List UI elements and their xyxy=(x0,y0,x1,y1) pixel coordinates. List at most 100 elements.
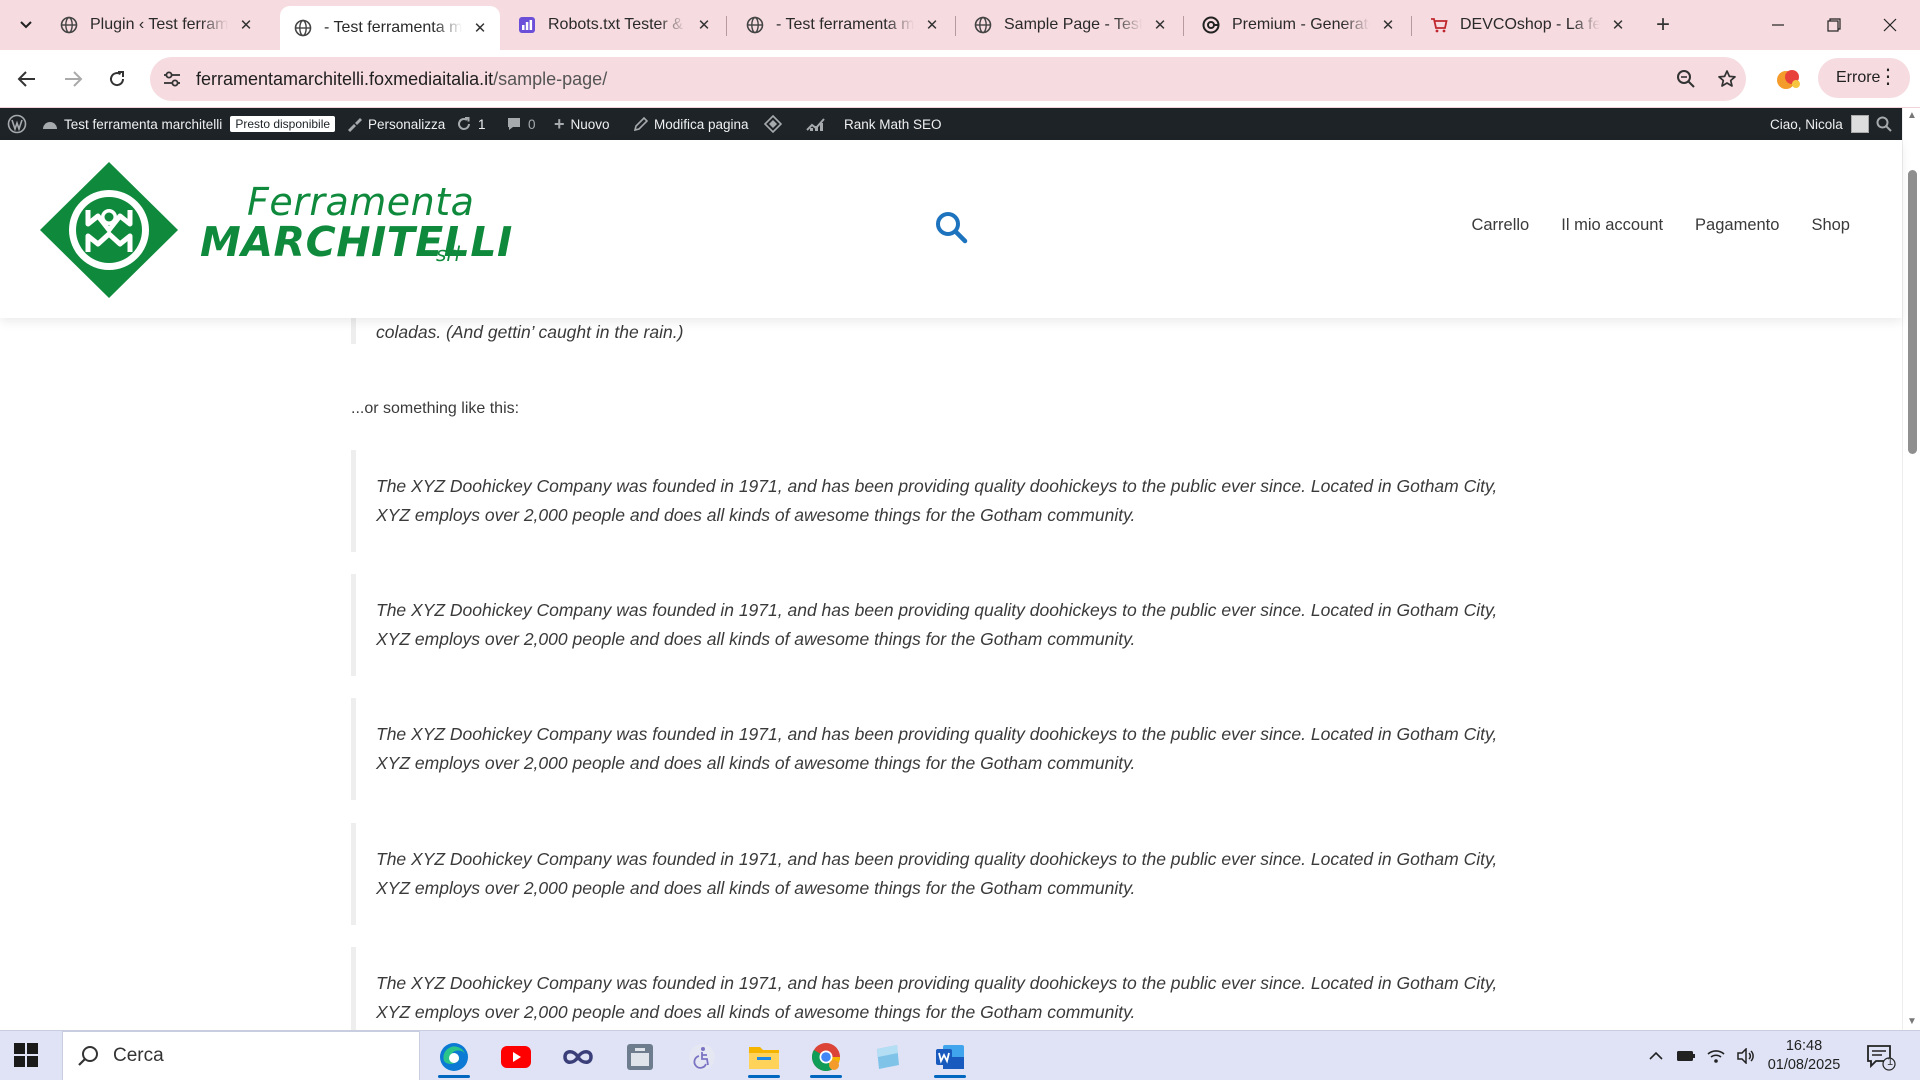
cart-icon xyxy=(1430,16,1448,34)
close-icon[interactable]: ✕ xyxy=(470,18,490,38)
customize-label: Personalizza xyxy=(368,116,446,132)
accessibility-app-icon[interactable] xyxy=(676,1036,728,1078)
customize-link[interactable]: Personalizza xyxy=(346,108,445,140)
youtube-icon[interactable] xyxy=(490,1036,542,1078)
taskbar-clock[interactable]: 16:48 01/08/2025 xyxy=(1764,1037,1844,1075)
browser-tab[interactable]: Premium - GeneratePress ✕ xyxy=(1188,8,1408,42)
windows-start-icon[interactable] xyxy=(14,1043,38,1067)
avatar xyxy=(1850,115,1869,133)
blockquote-text: The XYZ Doohickey Company was founded in… xyxy=(376,849,1498,898)
taskbar-search[interactable]: Cerca xyxy=(62,1031,420,1080)
edit-page-link[interactable]: Modifica pagina xyxy=(634,108,749,140)
wordpress-logo-icon[interactable] xyxy=(7,108,27,140)
clock-time: 16:48 xyxy=(1785,1038,1823,1054)
admin-site-name[interactable]: Test ferramenta marchitelli Presto dispo… xyxy=(42,108,336,140)
arrow-left-icon xyxy=(17,71,35,87)
url-text[interactable]: ferramentamarchitelli.foxmediaitalia.it/… xyxy=(196,69,607,90)
new-content-link[interactable]: + Nuovo xyxy=(554,108,610,140)
bookmark-star-icon[interactable] xyxy=(1715,67,1739,91)
wifi-icon[interactable] xyxy=(1702,1031,1730,1080)
updates-icon xyxy=(456,116,472,132)
nav-item-pagamento[interactable]: Pagamento xyxy=(1695,216,1779,235)
browser-tab-active[interactable]: - Test ferramenta marchitelli ✕ xyxy=(280,6,500,50)
my-account-menu[interactable]: Ciao, Nicola xyxy=(1770,108,1869,140)
minimize-button[interactable] xyxy=(1750,0,1806,50)
site-logo[interactable]: Ferramenta MARCHITELLI srl xyxy=(38,160,512,300)
tab-search-button[interactable] xyxy=(10,9,42,41)
updates-link[interactable]: 1 xyxy=(456,108,486,140)
battery-icon[interactable] xyxy=(1672,1031,1700,1080)
diamond-plugin-icon[interactable] xyxy=(764,108,782,140)
notepad-app-icon[interactable] xyxy=(862,1036,914,1078)
scroll-up-arrow-icon[interactable]: ▲ xyxy=(1906,110,1918,122)
close-icon[interactable]: ✕ xyxy=(922,15,942,35)
notification-center-icon[interactable]: 1 xyxy=(1866,1043,1896,1071)
menu-dots-icon[interactable]: ⋮ xyxy=(1878,66,1898,88)
browser-tab[interactable]: Sample Page - Test ferramenta ✕ xyxy=(960,8,1180,42)
browser-tab[interactable]: DEVCOshop - La ferramenta online ✕ xyxy=(1416,8,1638,42)
page-content: coladas. (And gettin’ caught in the rain… xyxy=(0,318,1902,1030)
profile-error-button[interactable]: Errore ⋮ xyxy=(1818,58,1910,98)
scroll-down-arrow-icon[interactable]: ▼ xyxy=(1906,1016,1918,1028)
volume-icon[interactable] xyxy=(1732,1031,1760,1080)
search-icon[interactable] xyxy=(934,210,968,244)
browser-tab[interactable]: - Test ferramenta marchitelli ✕ xyxy=(732,8,952,42)
scrollbar-thumb[interactable] xyxy=(1908,170,1917,454)
reload-button[interactable] xyxy=(100,62,134,96)
admin-search-icon[interactable] xyxy=(1876,108,1892,140)
close-window-button[interactable] xyxy=(1862,0,1918,50)
comments-link[interactable]: 0 xyxy=(506,108,536,140)
close-icon[interactable]: ✕ xyxy=(1378,15,1398,35)
close-icon[interactable]: ✕ xyxy=(1150,15,1170,35)
comment-icon xyxy=(506,116,522,132)
browser-tab-strip: Plugin ‹ Test ferramenta marchitelli ✕ -… xyxy=(0,0,1920,50)
windows-taskbar: Cerca 16:48 01/08/2025 1 xyxy=(0,1030,1920,1080)
browser-toolbar: ferramentamarchitelli.foxmediaitalia.it/… xyxy=(0,50,1920,108)
forward-button[interactable] xyxy=(56,62,90,96)
chrome-icon[interactable] xyxy=(800,1036,852,1078)
address-bar[interactable]: ferramentamarchitelli.foxmediaitalia.it/… xyxy=(150,57,1746,101)
close-icon[interactable]: ✕ xyxy=(1608,15,1628,35)
tab-label: Robots.txt Tester & Validator xyxy=(548,16,686,33)
tab-separator xyxy=(1411,16,1412,36)
back-button[interactable] xyxy=(10,62,44,96)
blockquote: The XYZ Doohickey Company was founded in… xyxy=(351,947,1531,1030)
browser-tab[interactable]: Plugin ‹ Test ferramenta marchitelli ✕ xyxy=(46,8,266,42)
blockquote-text: The XYZ Doohickey Company was founded in… xyxy=(376,600,1498,649)
blockquote: The XYZ Doohickey Company was founded in… xyxy=(351,574,1531,676)
blockquote: The XYZ Doohickey Company was founded in… xyxy=(351,698,1531,800)
tab-label: DEVCOshop - La ferramenta online xyxy=(1460,16,1600,33)
browser-tab[interactable]: Robots.txt Tester & Validator ✕ xyxy=(504,8,724,42)
blockquote: The XYZ Doohickey Company was founded in… xyxy=(351,823,1531,925)
globe-icon xyxy=(294,19,312,37)
nav-item-carrello[interactable]: Carrello xyxy=(1471,216,1529,235)
tab-label: Plugin ‹ Test ferramenta marchitelli xyxy=(90,16,228,33)
calendar-app-icon[interactable] xyxy=(614,1036,666,1078)
wp-admin-bar: Test ferramenta marchitelli Presto dispo… xyxy=(0,108,1902,140)
close-icon[interactable]: ✕ xyxy=(236,15,256,35)
logo-emblem-icon xyxy=(40,162,178,298)
page-scrollbar[interactable]: ▲ ▼ xyxy=(1902,108,1920,1030)
zoom-icon[interactable] xyxy=(1674,67,1698,91)
file-explorer-icon[interactable] xyxy=(738,1036,790,1078)
word-icon[interactable] xyxy=(924,1036,976,1078)
extension-icon[interactable] xyxy=(1774,64,1804,94)
infinity-app-icon[interactable] xyxy=(552,1036,604,1078)
clock-date: 01/08/2025 xyxy=(1767,1057,1841,1073)
updates-count: 1 xyxy=(478,116,486,132)
restore-button[interactable] xyxy=(1806,0,1862,50)
rank-math-link[interactable]: Rank Math SEO xyxy=(806,108,942,140)
blockquote: The XYZ Doohickey Company was founded in… xyxy=(351,450,1531,552)
chevron-down-icon xyxy=(20,21,32,29)
close-icon[interactable]: ✕ xyxy=(694,15,714,35)
tab-separator xyxy=(955,16,956,36)
nav-item-shop[interactable]: Shop xyxy=(1811,216,1850,235)
new-tab-button[interactable]: + xyxy=(1648,10,1678,40)
logo-line-2: MARCHITELLI xyxy=(200,218,513,266)
search-icon xyxy=(78,1046,98,1066)
edge-icon[interactable] xyxy=(428,1036,480,1078)
nav-item-account[interactable]: Il mio account xyxy=(1561,216,1663,235)
show-hidden-icons-chevron-icon[interactable] xyxy=(1642,1031,1670,1080)
site-settings-icon[interactable] xyxy=(160,67,184,91)
rank-math-icon xyxy=(806,116,828,132)
